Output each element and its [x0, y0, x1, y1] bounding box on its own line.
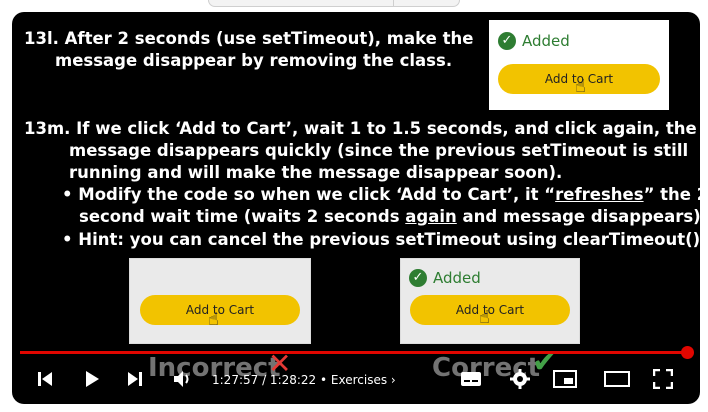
play-icon[interactable] [83, 369, 101, 389]
scrubber-handle[interactable] [680, 346, 694, 359]
bullet-1: • Modify the code so when we click ‘Add … [62, 184, 700, 205]
previous-icon[interactable] [36, 370, 54, 388]
fullscreen-icon[interactable] [653, 369, 673, 389]
demo-panel-incorrect: Add to Cart ☝ [129, 258, 311, 344]
bullet-2-text: Hint: you can cancel the previous setTim… [78, 230, 700, 249]
added-message: ✓ Added [498, 32, 570, 50]
demo-panel-added: ✓ Added Add to Cart ☝ [489, 20, 669, 110]
bullet-dot: • [62, 185, 73, 204]
item-13l-line2: message disappear by removing the class. [55, 51, 453, 70]
volume-icon[interactable] [172, 369, 194, 389]
item-13l-line1: 13l. After 2 seconds (use setTimeout), m… [24, 29, 474, 48]
added-label: Added [522, 32, 570, 50]
bullet-1b-pre: second wait time (waits 2 seconds [79, 207, 406, 226]
bullet-1-cont: second wait time (waits 2 seconds again … [79, 206, 700, 227]
tab-divider [393, 0, 394, 6]
add-to-cart-button: Add to Cart [140, 295, 300, 325]
next-icon[interactable] [126, 370, 144, 388]
settings-gear-icon[interactable] [509, 368, 531, 390]
progress-bar[interactable] [20, 346, 694, 359]
time-display: 1:27:57 / 1:28:22 • Exercises › [212, 373, 396, 387]
demo-panel-correct: ✓ Added Add to Cart ☝ [400, 258, 580, 344]
added-label: Added [433, 269, 481, 287]
add-to-cart-button: Add to Cart [410, 295, 570, 325]
bullet-1b-emphasis: again [405, 207, 457, 226]
browser-tab-strip [208, 0, 460, 7]
bullet-1-emphasis: refreshes [555, 185, 644, 204]
bullet-1-post: ” the 2 [643, 185, 700, 204]
hand-cursor-icon: ☝ [479, 307, 490, 328]
item-13m-line3: running and will make the message disapp… [69, 163, 563, 182]
hand-cursor-icon: ☝ [575, 76, 586, 97]
player-controls: 1:27:57 / 1:28:22 • Exercises › [12, 360, 700, 400]
hand-cursor-icon: ☝ [208, 309, 219, 330]
miniplayer-icon[interactable] [553, 369, 577, 389]
bullet-dot: • [62, 230, 73, 249]
check-circle-icon: ✓ [498, 32, 516, 50]
check-circle-icon: ✓ [409, 269, 427, 287]
video-player[interactable]: 13l. After 2 seconds (use setTimeout), m… [12, 12, 700, 404]
subtitles-icon[interactable] [460, 369, 482, 389]
added-message: ✓ Added [409, 269, 481, 287]
bullet-1-pre: Modify the code so when we click ‘Add to… [78, 185, 556, 204]
progress-fill [20, 351, 687, 354]
bullet-2: • Hint: you can cancel the previous setT… [62, 229, 700, 250]
item-13m-line1: 13m. If we click ‘Add to Cart’, wait 1 t… [24, 119, 697, 138]
item-13m-line2: message disappears quickly (since the pr… [69, 141, 689, 160]
bullet-1b-post: and message disappears) [456, 207, 701, 226]
theater-mode-icon[interactable] [604, 369, 630, 389]
